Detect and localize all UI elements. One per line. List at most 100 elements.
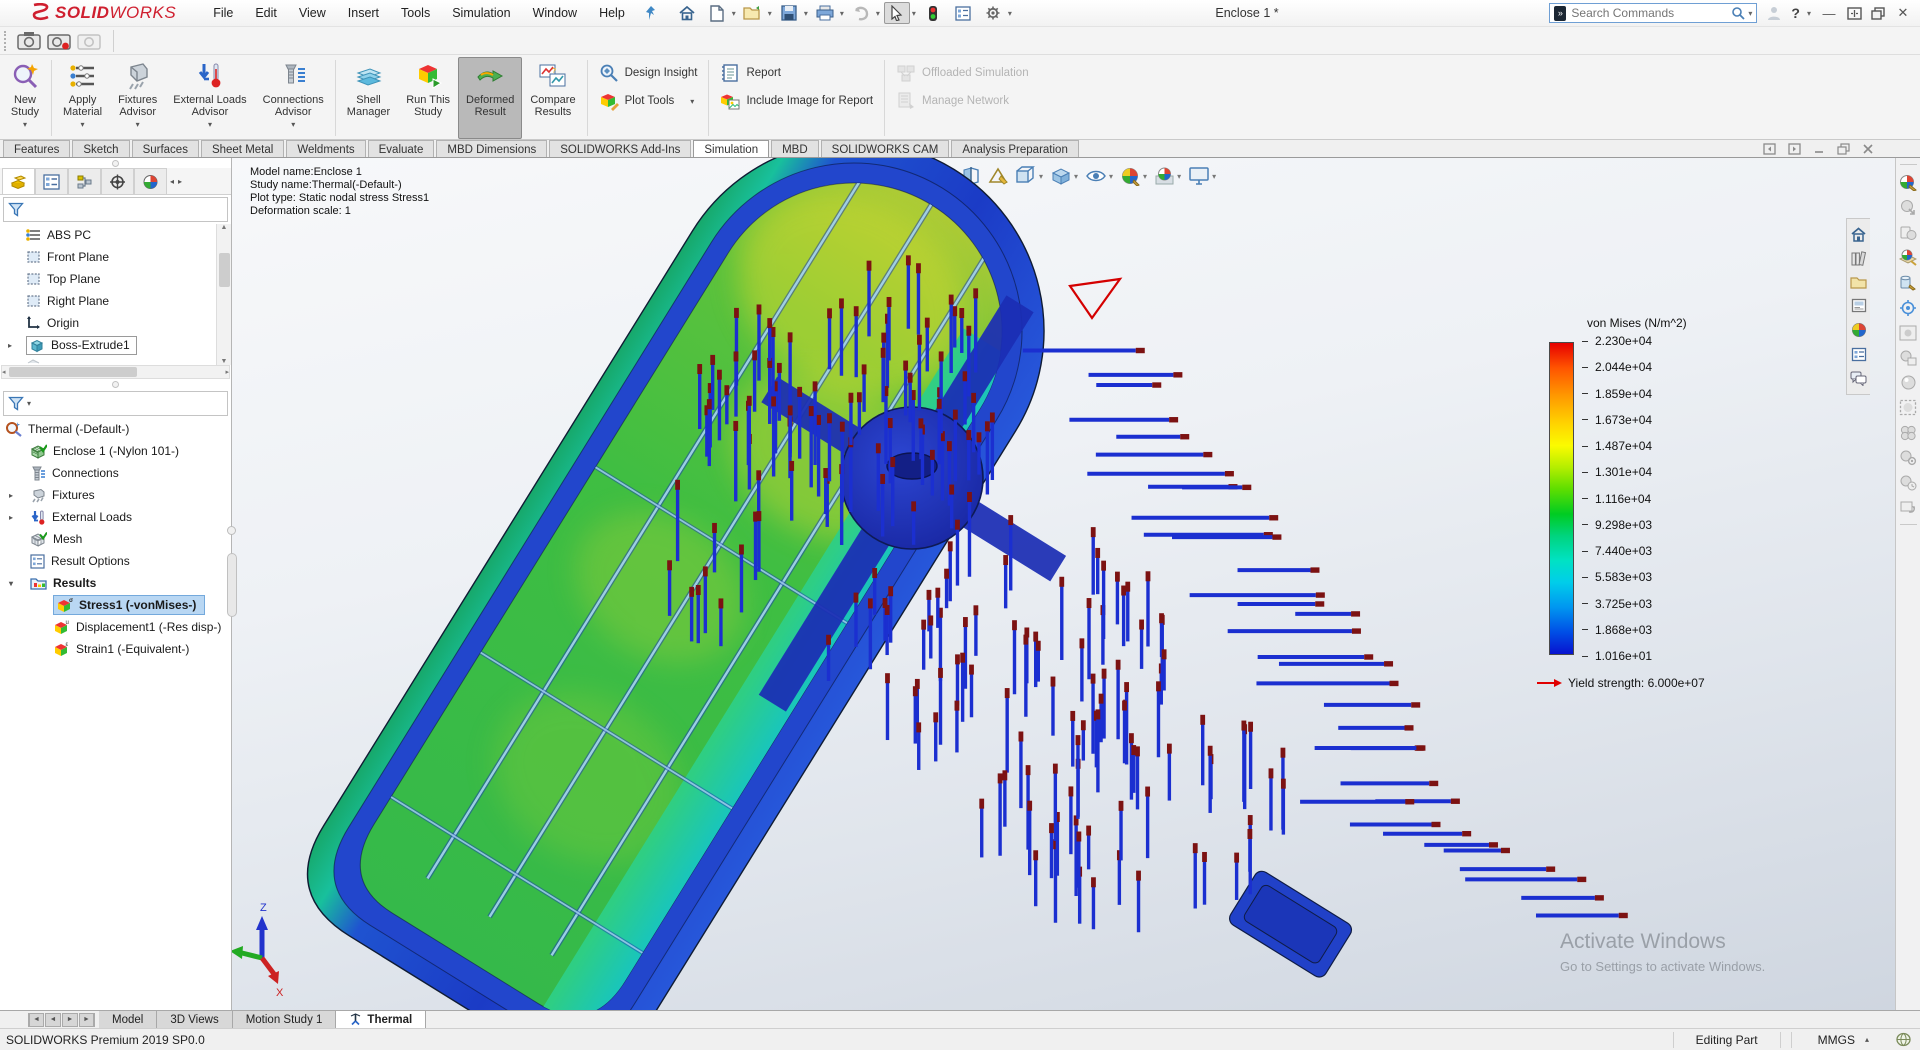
sim-item-result-options[interactable]: Result Options	[0, 550, 231, 572]
simulation-tree-filter[interactable]: ▾	[3, 391, 228, 416]
help-button[interactable]: ?	[1791, 5, 1800, 21]
menu-insert[interactable]: Insert	[337, 2, 390, 24]
viewport-restore-button[interactable]	[1837, 143, 1850, 155]
feature-tree-vertical-scrollbar[interactable]: ▲ ▼	[216, 224, 231, 365]
tree-item-right-plane[interactable]: Right Plane	[0, 290, 215, 312]
sim-item-results[interactable]: ▾ Results	[0, 572, 231, 594]
save-button[interactable]	[776, 2, 802, 24]
tab-evaluate[interactable]: Evaluate	[368, 140, 435, 157]
save-caret-icon[interactable]: ▾	[804, 9, 808, 18]
help-caret-icon[interactable]: ▾	[1807, 9, 1811, 18]
scroll-right-icon[interactable]: ▸	[225, 368, 229, 376]
edit-decal-icon[interactable]	[1899, 274, 1917, 291]
tab-sheet-metal[interactable]: Sheet Metal	[201, 140, 284, 157]
print-button[interactable]	[812, 2, 838, 24]
run-this-study-button[interactable]: Run This Study	[398, 57, 458, 139]
hscroll-thumb[interactable]	[9, 367, 137, 377]
rebuild-button[interactable]	[920, 2, 946, 24]
new-document-button[interactable]	[704, 2, 730, 24]
target-point-icon[interactable]	[1899, 299, 1917, 317]
first-tab-button[interactable]: ◄	[28, 1013, 44, 1027]
shell-manager-button[interactable]: Shell Manager	[339, 57, 398, 139]
tab-motion-study-1[interactable]: Motion Study 1	[233, 1011, 337, 1028]
sim-item-displacement1[interactable]: u Displacement1 (-Res disp-)	[0, 616, 231, 638]
search-commands-box[interactable]: » ▾	[1549, 3, 1757, 23]
menu-tools[interactable]: Tools	[390, 2, 441, 24]
menu-window[interactable]: Window	[522, 2, 588, 24]
apply-material-button[interactable]: Apply Material ▾	[55, 57, 110, 139]
toolbar-grip[interactable]	[4, 31, 9, 51]
connections-advisor-caret-icon[interactable]: ▾	[291, 119, 295, 131]
pin-menubar-icon[interactable]	[644, 5, 658, 21]
sim-item-external-loads[interactable]: ▸ External Loads	[0, 506, 231, 528]
user-account-icon[interactable]	[1766, 5, 1782, 21]
tab-scroll-right-icon[interactable]: ▸	[178, 177, 182, 186]
scroll-left-icon[interactable]: ◂	[2, 368, 6, 376]
external-loads-caret-icon[interactable]: ▾	[208, 119, 212, 131]
tab-weldments[interactable]: Weldments	[286, 140, 365, 157]
menu-file[interactable]: File	[202, 2, 244, 24]
options-list-button[interactable]	[950, 2, 976, 24]
viewport-close-button[interactable]	[1862, 143, 1874, 155]
settings-gear-button[interactable]	[980, 2, 1006, 24]
search-commands-input[interactable]	[1571, 6, 1726, 20]
units-selector[interactable]: MMGS ▴	[1792, 1033, 1895, 1047]
undo-button[interactable]	[848, 2, 874, 24]
sim-item-study[interactable]: Thermal (-Default-)	[0, 418, 231, 440]
select-tool-button[interactable]	[884, 2, 910, 24]
search-icon[interactable]	[1731, 6, 1745, 20]
dimxpert-manager-tab[interactable]	[101, 168, 134, 194]
sim-item-part[interactable]: Enclose 1 (-Nylon 101-)	[0, 440, 231, 462]
tab-solidworks-cam[interactable]: SOLIDWORKS CAM	[821, 140, 950, 157]
tab-mbd[interactable]: MBD	[771, 140, 819, 157]
tab-surfaces[interactable]: Surfaces	[132, 140, 199, 157]
home-button[interactable]	[674, 2, 700, 24]
tree-item-front-plane[interactable]: Front Plane	[0, 246, 215, 268]
design-library-icon[interactable]	[1851, 251, 1867, 266]
apply-material-caret-icon[interactable]: ▾	[81, 119, 85, 131]
selected-feature-box[interactable]: Boss-Extrude1	[26, 336, 137, 355]
expand-icon[interactable]: ▸	[8, 341, 12, 350]
report-button[interactable]: Report	[720, 63, 873, 83]
undo-caret-icon[interactable]: ▾	[876, 9, 880, 18]
solidworks-forum-icon[interactable]	[1850, 371, 1867, 386]
design-insight-button[interactable]: Design Insight	[599, 63, 698, 83]
last-tab-button[interactable]: ►	[79, 1013, 95, 1027]
panel-splitter-top[interactable]	[0, 158, 231, 168]
menu-view[interactable]: View	[288, 2, 337, 24]
tab-analysis-preparation[interactable]: Analysis Preparation	[951, 140, 1078, 157]
expand-icon[interactable]: ▸	[9, 513, 13, 522]
appearances-scenes-icon[interactable]	[1851, 322, 1867, 338]
pane-left-button[interactable]	[1763, 143, 1776, 155]
plot-tools-caret-icon[interactable]: ▾	[690, 97, 694, 106]
view-palette-icon[interactable]	[1851, 298, 1867, 313]
feature-manager-tab[interactable]	[2, 168, 35, 194]
selected-result-item[interactable]: σ Stress1 (-vonMises-)	[53, 595, 205, 615]
resize-panes-button[interactable]	[1847, 7, 1862, 20]
open-button[interactable]	[740, 2, 766, 24]
include-image-for-report-button[interactable]: Include Image for Report	[720, 91, 873, 111]
feature-tree-filter[interactable]	[3, 197, 228, 222]
tab-thermal[interactable]: Thermal	[336, 1011, 426, 1028]
solidworks-resources-icon[interactable]	[1850, 227, 1867, 242]
tab-features[interactable]: Features	[3, 140, 70, 157]
scroll-down-icon[interactable]: ▼	[221, 358, 228, 365]
tree-item-origin[interactable]: Origin	[0, 312, 215, 334]
sim-item-connections[interactable]: Connections	[0, 462, 231, 484]
sim-item-mesh[interactable]: Mesh	[0, 528, 231, 550]
close-button[interactable]: ✕	[1894, 5, 1912, 21]
configuration-manager-tab[interactable]	[68, 168, 101, 194]
new-study-caret-icon[interactable]: ▾	[23, 119, 27, 131]
panel-splitter-grip-dot[interactable]	[227, 526, 236, 535]
new-document-caret-icon[interactable]: ▾	[732, 9, 736, 18]
fixtures-advisor-button[interactable]: Fixtures Advisor ▾	[110, 57, 165, 139]
menu-simulation[interactable]: Simulation	[441, 2, 521, 24]
sim-item-fixtures[interactable]: ▸ Fixtures	[0, 484, 231, 506]
edit-scene-icon[interactable]	[1899, 249, 1917, 266]
tab-model[interactable]: Model	[99, 1011, 157, 1028]
3d-content-central-icon[interactable]	[1895, 1032, 1920, 1047]
record-video-icon[interactable]	[47, 31, 71, 50]
tree-item-boss-extrude1[interactable]: ▸ Boss-Extrude1	[0, 334, 215, 356]
panel-viewport-splitter[interactable]	[227, 553, 237, 617]
select-caret-icon[interactable]: ▾	[912, 9, 916, 18]
